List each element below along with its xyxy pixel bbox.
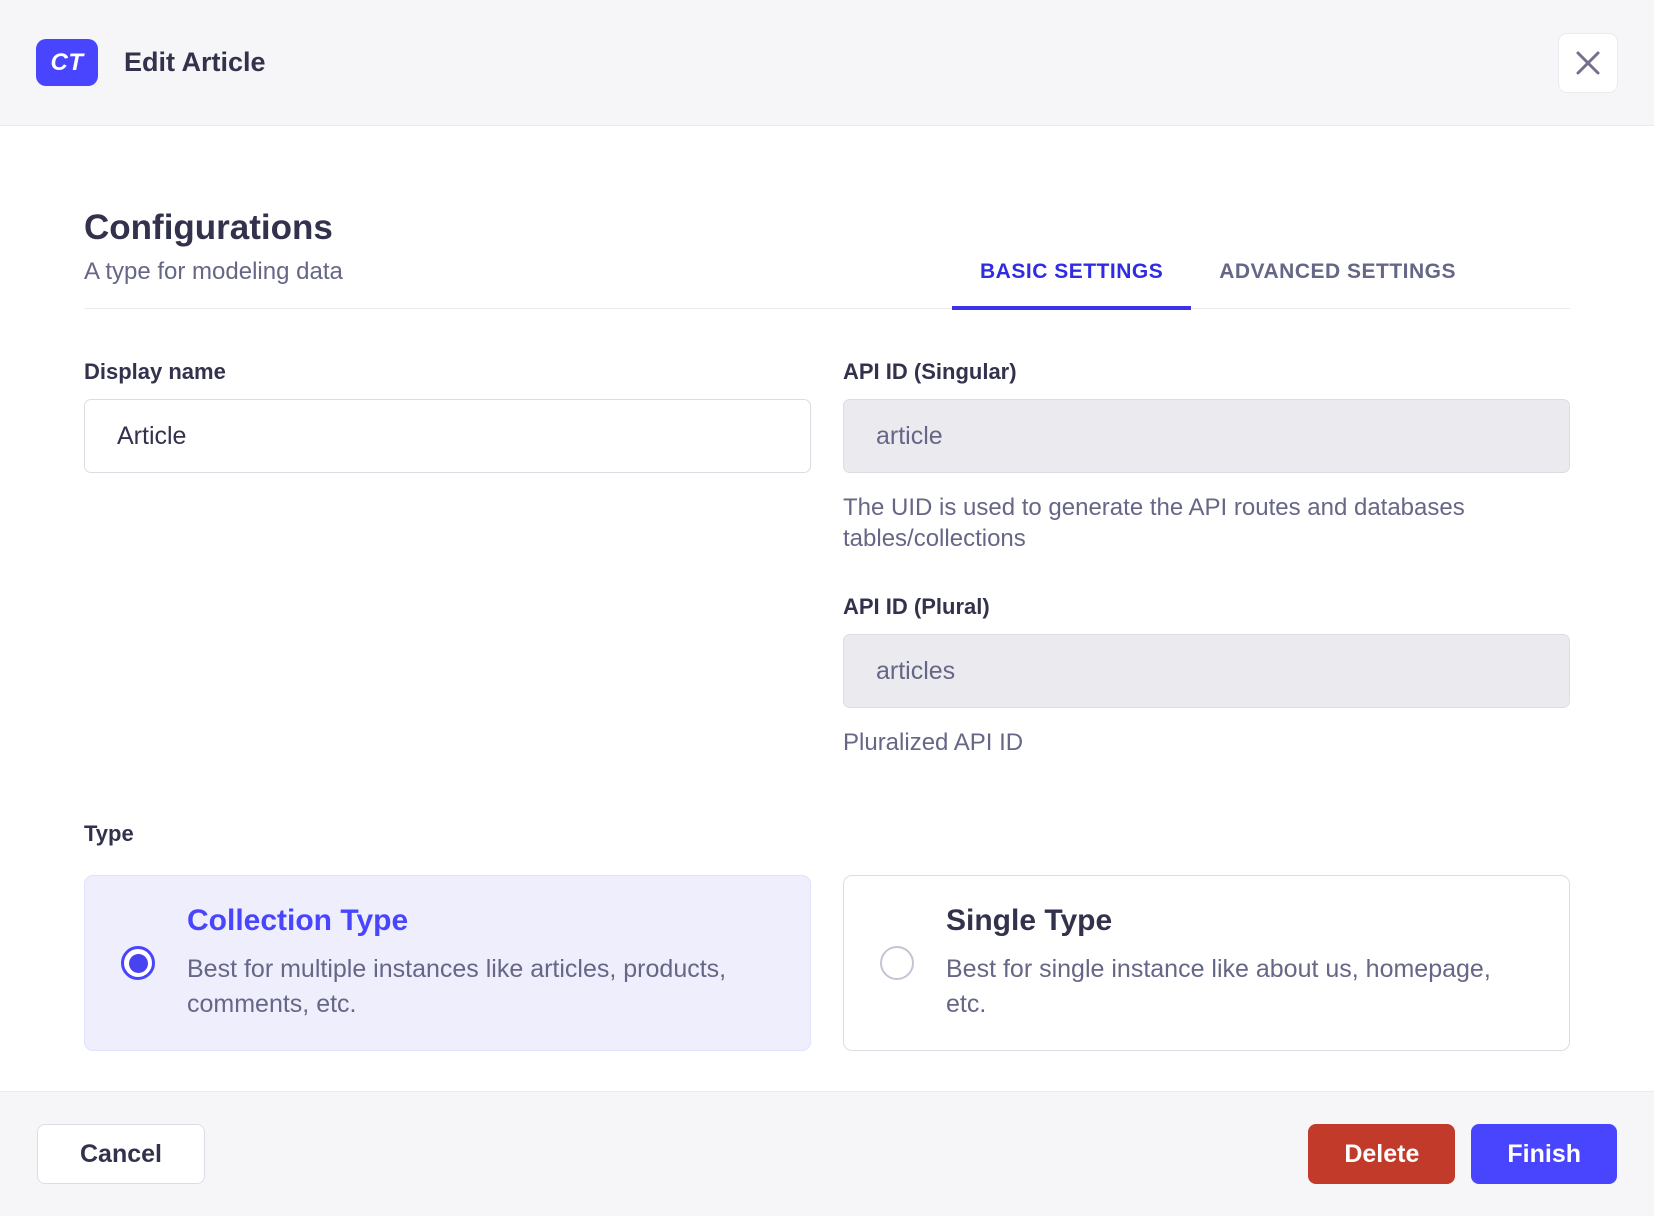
- api-id-singular-input: [843, 399, 1570, 473]
- api-id-plural-field-group: API ID (Plural) Pluralized API ID: [843, 594, 1570, 759]
- finish-button[interactable]: Finish: [1471, 1124, 1617, 1184]
- collection-type-description: Best for multiple instances like article…: [187, 954, 727, 1019]
- modal-title: Edit Article: [124, 47, 266, 77]
- single-type-text: Single Type Best for single instance lik…: [946, 904, 1508, 1023]
- api-id-singular-field-group: API ID (Singular) The UID is used to gen…: [843, 359, 1570, 554]
- close-icon: [1573, 48, 1603, 78]
- content-type-badge: CT: [36, 39, 98, 86]
- collection-type-option[interactable]: Collection Type Best for multiple instan…: [84, 875, 811, 1052]
- type-cards: Collection Type Best for multiple instan…: [84, 875, 1570, 1052]
- section-titles: Configurations A type for modeling data: [84, 208, 343, 308]
- configuration-form: Display name API ID (Singular) The UID i…: [84, 359, 1570, 759]
- single-type-radio[interactable]: [880, 946, 914, 981]
- single-type-option[interactable]: Single Type Best for single instance lik…: [843, 875, 1570, 1052]
- display-name-input[interactable]: [84, 399, 811, 473]
- api-id-plural-input: [843, 634, 1570, 709]
- page-title: Configurations: [84, 208, 333, 247]
- settings-tabs: BASIC SETTINGS ADVANCED SETTINGS: [952, 260, 1484, 310]
- display-name-label: Display name: [84, 359, 226, 384]
- cancel-button[interactable]: Cancel: [37, 1124, 205, 1184]
- modal-body: Configurations A type for modeling data …: [0, 126, 1654, 1091]
- type-section: Type Collection Type Best for multiple i…: [84, 821, 1570, 1052]
- tab-advanced-settings[interactable]: ADVANCED SETTINGS: [1191, 260, 1484, 310]
- display-name-field-group: Display name: [84, 359, 811, 473]
- single-type-description: Best for single instance like about us, …: [946, 954, 1491, 1019]
- api-id-singular-label: API ID (Singular): [843, 359, 1017, 384]
- single-type-title: Single Type: [946, 903, 1113, 937]
- api-id-plural-helper: Pluralized API ID: [843, 729, 1024, 757]
- left-column: Display name: [84, 359, 811, 759]
- tab-basic-settings[interactable]: BASIC SETTINGS: [952, 260, 1192, 310]
- api-id-plural-label: API ID (Plural): [843, 594, 990, 620]
- modal-footer: Cancel Delete Finish: [0, 1091, 1654, 1216]
- page-subtitle: A type for modeling data: [84, 258, 343, 285]
- section-head: Configurations A type for modeling data …: [84, 208, 1570, 310]
- delete-button[interactable]: Delete: [1308, 1124, 1456, 1184]
- collection-type-text: Collection Type Best for multiple instan…: [187, 904, 749, 1023]
- type-label: Type: [84, 821, 134, 847]
- api-id-singular-helper: The UID is used to generate the API rout…: [843, 494, 1465, 552]
- modal-header: CT Edit Article: [0, 0, 1654, 126]
- close-button[interactable]: [1558, 32, 1618, 93]
- collection-type-title: Collection Type: [187, 903, 409, 937]
- collection-type-radio[interactable]: [121, 946, 155, 981]
- content-type-badge-label: CT: [50, 48, 84, 76]
- right-column: API ID (Singular) The UID is used to gen…: [843, 359, 1570, 759]
